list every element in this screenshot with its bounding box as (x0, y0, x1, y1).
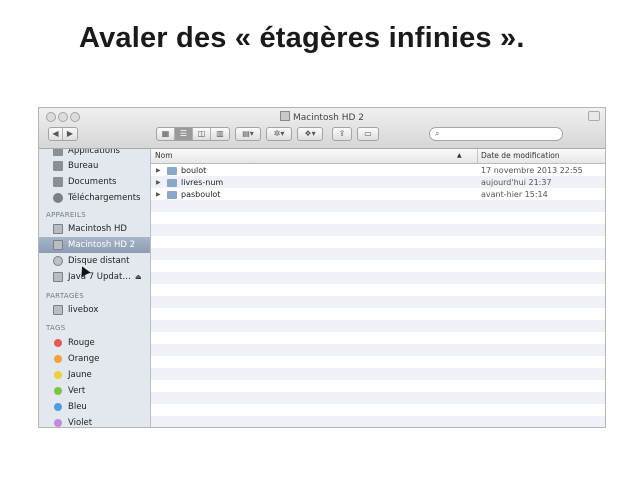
column-view-icon[interactable]: ◫ (193, 128, 211, 140)
downloads-icon (53, 193, 63, 203)
column-divider[interactable] (477, 149, 478, 163)
sidebar-item-macintosh-hd[interactable]: Macintosh HD (39, 221, 150, 237)
disclosure-triangle-icon[interactable]: ▶ (156, 189, 161, 201)
arrange-button[interactable]: ▤▾ (235, 127, 261, 141)
file-name: pasboulot (181, 190, 221, 199)
folder-icon (167, 179, 177, 187)
tag-dot-icon (54, 371, 62, 379)
folder-icon (167, 167, 177, 175)
section-header-devices: APPAREILS (46, 211, 86, 219)
sidebar-item-tag-violet[interactable]: Violet (39, 415, 150, 427)
search-field[interactable]: ⌕ (429, 127, 563, 141)
disk-icon (53, 240, 63, 250)
column-header-name[interactable]: Nom (155, 149, 173, 163)
file-date: 17 novembre 2013 22:55 (481, 166, 583, 175)
disclosure-triangle-icon[interactable]: ▶ (156, 165, 161, 177)
disk-icon (53, 272, 63, 282)
file-date: aujourd'hui 21:37 (481, 178, 552, 187)
table-row[interactable]: ▶ livres-num aujourd'hui 21:37 (151, 177, 605, 189)
applications-icon (53, 149, 63, 156)
sidebar-item-java-update[interactable]: Java 7 Updat… ⏏ (39, 269, 150, 285)
section-header-tags: TAGS (46, 324, 66, 332)
sidebar-item-livebox[interactable]: livebox (39, 302, 150, 318)
window-title: Macintosh HD 2 (39, 111, 605, 123)
icon-view-icon[interactable]: ▦ (157, 128, 175, 140)
sidebar-item-telechargements[interactable]: Téléchargements (39, 190, 150, 206)
table-row[interactable]: ▶ pasboulot avant-hier 15:14 (151, 189, 605, 201)
file-name: livres-num (181, 178, 224, 187)
tags-button[interactable]: ▭ (357, 127, 379, 141)
tag-dot-icon (54, 339, 62, 347)
eject-icon[interactable]: ⏏ (135, 269, 142, 285)
sidebar-item-bureau[interactable]: Bureau (39, 158, 150, 174)
sidebar-item-tag-jaune[interactable]: Jaune (39, 367, 150, 383)
column-header-date[interactable]: Date de modification (481, 149, 560, 163)
disk-icon (53, 224, 63, 234)
sidebar-item-tag-rouge[interactable]: Rouge (39, 335, 150, 351)
tag-icon: ▭ (364, 129, 372, 138)
nav-buttons: ◀ ▶ (48, 127, 78, 141)
share-button[interactable]: ⇪ (332, 127, 352, 141)
sidebar-item-tag-bleu[interactable]: Bleu (39, 399, 150, 415)
coverflow-view-icon[interactable]: ▥ (211, 128, 229, 140)
disk-icon (279, 111, 290, 121)
fullscreen-icon[interactable] (588, 111, 600, 121)
dropbox-icon: ❖▾ (304, 129, 316, 138)
dropbox-button[interactable]: ❖▾ (297, 127, 323, 141)
sort-ascending-icon: ▲ (457, 152, 462, 159)
slide-title: Avaler des « étagères infinies ». (79, 22, 525, 54)
tag-dot-icon (54, 387, 62, 395)
forward-button[interactable]: ▶ (63, 128, 77, 140)
table-row[interactable]: ▶ boulot 17 novembre 2013 22:55 (151, 165, 605, 177)
title-bar: Macintosh HD 2 ◀ ▶ ▦ ☰ ◫ ▥ ▤▾ ✲▾ ❖▾ ⇪ ▭ ⌕ (39, 108, 605, 149)
search-icon: ⌕ (435, 129, 440, 138)
tag-dot-icon (54, 403, 62, 411)
remote-disk-icon (53, 256, 63, 266)
list-view-icon[interactable]: ☰ (175, 128, 193, 140)
desktop-icon (53, 161, 63, 171)
sidebar-item-tag-vert[interactable]: Vert (39, 383, 150, 399)
sidebar-item-tag-orange[interactable]: Orange (39, 351, 150, 367)
folder-icon (167, 191, 177, 199)
disclosure-triangle-icon[interactable]: ▶ (156, 177, 161, 189)
file-list: Nom ▲ Date de modification ▶ boulot 17 n… (151, 149, 605, 427)
arrange-icon: ▤▾ (242, 129, 254, 138)
sidebar-item-disque-distant[interactable]: Disque distant (39, 253, 150, 269)
column-header: Nom ▲ Date de modification (151, 149, 605, 164)
sidebar-item-macintosh-hd-2[interactable]: Macintosh HD 2 (39, 237, 150, 253)
action-button[interactable]: ✲▾ (266, 127, 292, 141)
section-header-shared: PARTAGÉS (46, 292, 85, 300)
view-mode-control: ▦ ☰ ◫ ▥ (156, 127, 230, 141)
sidebar: Applications Bureau Documents Télécharge… (39, 149, 151, 427)
tag-dot-icon (54, 355, 62, 363)
tag-dot-icon (54, 419, 62, 427)
documents-icon (53, 177, 63, 187)
gear-icon: ✲▾ (273, 129, 285, 138)
share-icon: ⇪ (338, 129, 346, 138)
finder-window: Macintosh HD 2 ◀ ▶ ▦ ☰ ◫ ▥ ▤▾ ✲▾ ❖▾ ⇪ ▭ ⌕ Ap… (38, 107, 606, 428)
file-date: avant-hier 15:14 (481, 190, 548, 199)
sidebar-item-documents[interactable]: Documents (39, 174, 150, 190)
server-icon (53, 305, 63, 315)
back-button[interactable]: ◀ (49, 128, 63, 140)
file-name: boulot (181, 166, 207, 175)
